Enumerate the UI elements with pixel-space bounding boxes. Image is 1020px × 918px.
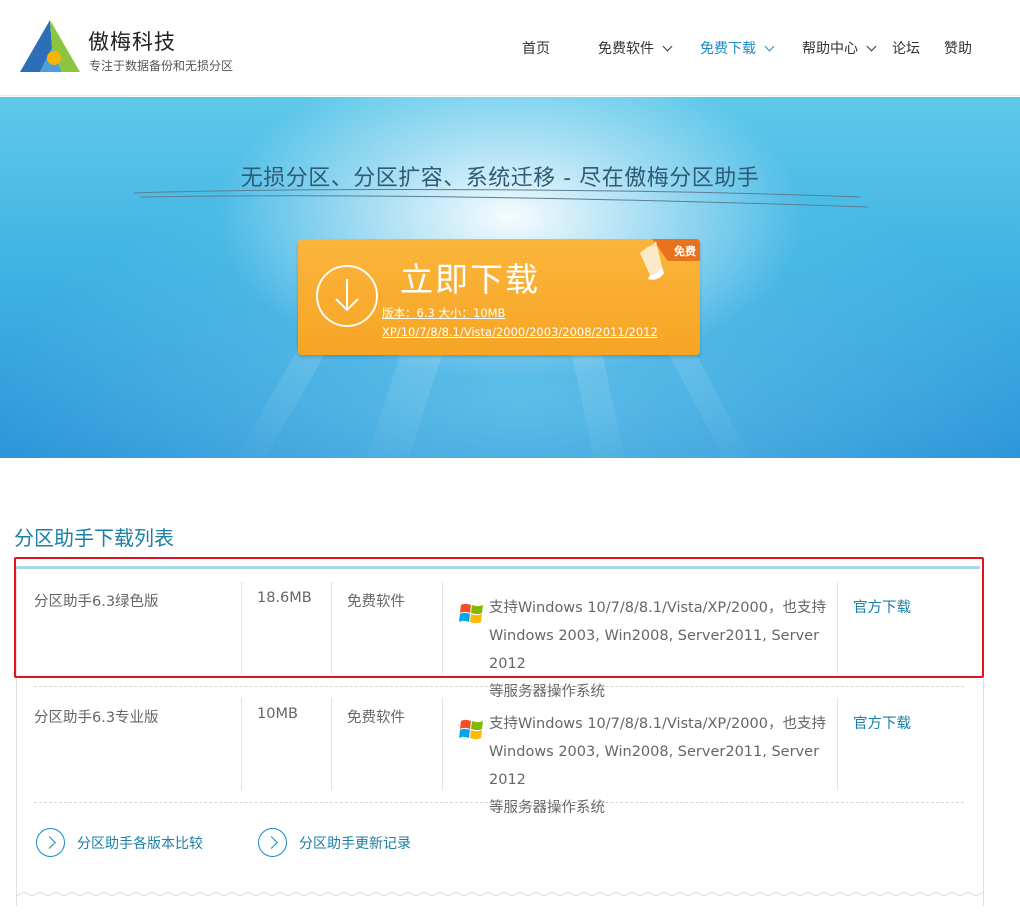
official-download-link[interactable]: 官方下载 [853, 712, 911, 733]
download-now-button[interactable]: 立即下载 版本：6.3 大小：10MB XP/10/7/8/8.1/Vista/… [298, 239, 700, 355]
description-line: 支持Windows 10/7/8/8.1/Vista/XP/2000，也支持 [489, 600, 826, 616]
row-file-size: 18.6MB [257, 590, 312, 606]
row-product-name: 分区助手6.3绿色版 [34, 594, 159, 610]
section-title: 分区助手下载列表 [14, 526, 174, 550]
main-nav: 首页 免费软件 免费下载 帮助中心 论坛 赞助 [0, 38, 1020, 60]
table-row: 分区助手6.3专业版 10MB 免费软件 支持Windows 10/7/8/8.… [16, 690, 980, 816]
column-divider [241, 698, 242, 790]
windows-icon [459, 603, 483, 624]
nav-item-label: 赞助 [944, 41, 972, 57]
nav-item-free-download[interactable]: 免费下载 [700, 38, 775, 58]
changelog-label: 分区助手更新记录 [299, 835, 411, 852]
description-line: 支持Windows 10/7/8/8.1/Vista/XP/2000，也支持 [489, 716, 826, 732]
chevron-down-icon [662, 41, 673, 51]
official-download-link[interactable]: 官方下载 [853, 596, 911, 617]
column-divider [837, 582, 838, 674]
download-label: 立即下载 [400, 260, 540, 299]
column-divider [331, 582, 332, 674]
windows-icon [459, 719, 483, 740]
nav-item-sponsor[interactable]: 赞助 [944, 38, 972, 58]
nav-item-label: 首页 [522, 41, 550, 57]
description-line: Windows 2003, Win2008, Server2011, Serve… [489, 744, 820, 788]
column-divider [442, 698, 443, 790]
changelog-link[interactable]: 分区助手更新记录 [258, 828, 411, 857]
torn-edge-decoration [16, 891, 984, 897]
row-separator [34, 802, 964, 803]
nav-item-home[interactable]: 首页 [522, 38, 550, 58]
nav-item-free-software[interactable]: 免费软件 [598, 38, 673, 58]
row-license: 免费软件 [347, 594, 405, 610]
column-divider [837, 698, 838, 790]
nav-item-forum[interactable]: 论坛 [892, 38, 920, 58]
column-divider [241, 582, 242, 674]
chevron-down-icon [764, 41, 775, 51]
nav-item-label: 免费下载 [700, 41, 756, 57]
row-product-name: 分区助手6.3专业版 [34, 710, 159, 726]
column-divider [331, 698, 332, 790]
row-separator [34, 686, 964, 687]
site-header: 傲梅科技 专注于数据备份和无损分区 首页 免费软件 免费下载 帮助中心 论坛 赞… [0, 0, 1020, 96]
nav-item-label: 帮助中心 [802, 41, 858, 57]
chevron-right-circle-icon [36, 828, 65, 857]
chevron-down-icon [866, 41, 877, 51]
description-line: 等服务器操作系统 [489, 800, 605, 816]
download-os-support[interactable]: XP/10/7/8/8.1/Vista/2000/2003/2008/2011/… [382, 325, 658, 339]
row-file-size: 10MB [257, 706, 298, 722]
column-divider [442, 582, 443, 674]
swoosh-decoration [133, 189, 869, 208]
row-license: 免费软件 [347, 710, 405, 726]
version-compare-link[interactable]: 分区助手各版本比较 [36, 828, 203, 857]
free-tag-label: 免费 [674, 245, 696, 258]
nav-item-label: 论坛 [892, 41, 920, 57]
version-compare-label: 分区助手各版本比较 [77, 835, 203, 852]
description-line: Windows 2003, Win2008, Server2011, Serve… [489, 628, 820, 672]
download-version-info[interactable]: 版本：6.3 大小：10MB [382, 305, 505, 321]
list-top-bar [16, 566, 980, 569]
nav-item-label: 免费软件 [598, 41, 654, 57]
row-description: 支持Windows 10/7/8/8.1/Vista/XP/2000，也支持 W… [489, 710, 834, 822]
download-arrow-icon [316, 265, 378, 327]
chevron-right-circle-icon [258, 828, 287, 857]
table-row: 分区助手6.3绿色版 18.6MB 免费软件 支持Windows 10/7/8/… [16, 574, 980, 700]
nav-item-help-center[interactable]: 帮助中心 [802, 38, 877, 58]
